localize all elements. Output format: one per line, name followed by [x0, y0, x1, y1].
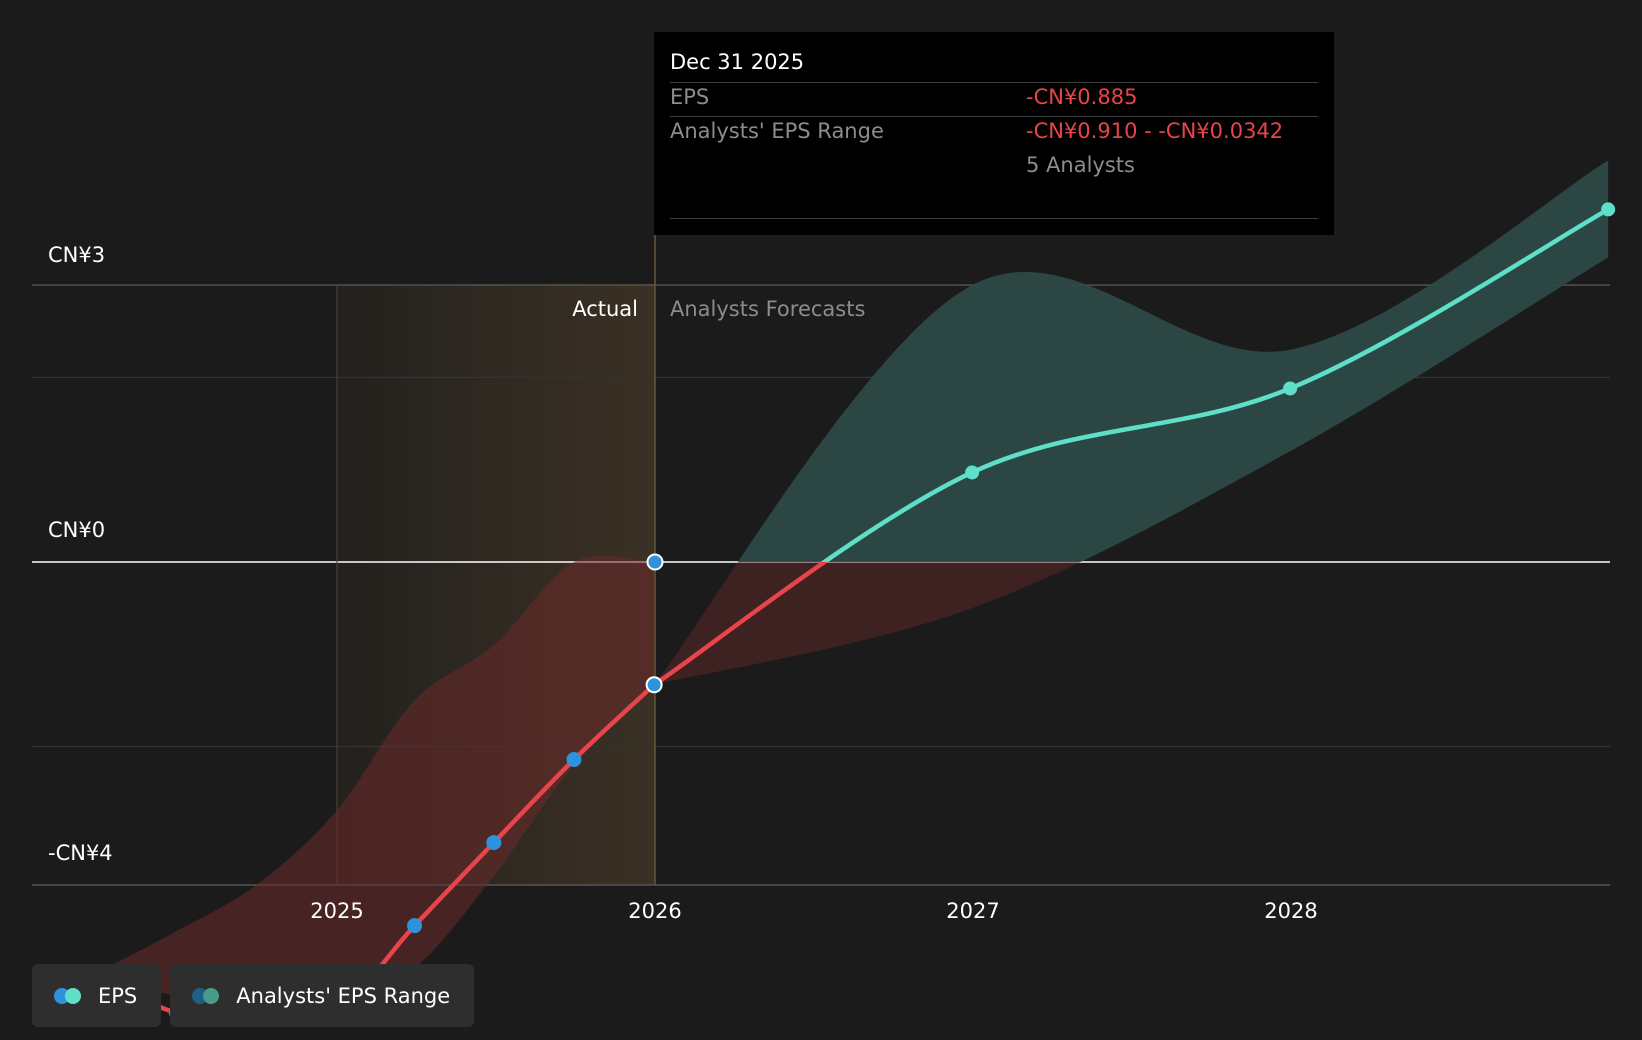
- y-tick-label: CN¥3: [48, 243, 105, 267]
- tooltip-divider: [670, 116, 1318, 117]
- x-tick-label: 2025: [310, 899, 363, 923]
- legend-range-label: Analysts' EPS Range: [236, 983, 451, 1008]
- legend-eps-label: EPS: [98, 983, 138, 1008]
- range-high-point: [646, 553, 664, 571]
- range-legend-icon: [192, 987, 222, 1005]
- x-tick-label: 2026: [628, 899, 681, 923]
- tooltip-divider: [670, 82, 1318, 83]
- eps-forecast-point: [1601, 202, 1616, 217]
- tooltip-eps-value: -CN¥0.885: [1026, 85, 1138, 109]
- eps-legend-icon: [54, 987, 84, 1005]
- eps-actual-point: [486, 835, 502, 851]
- x-tick-label: 2027: [946, 899, 999, 923]
- legend-range[interactable]: Analysts' EPS Range: [170, 964, 475, 1027]
- actual-label: Actual: [572, 297, 638, 321]
- tooltip-eps-label: EPS: [670, 85, 710, 109]
- tooltip-analysts: 5 Analysts: [1026, 153, 1135, 177]
- eps-forecast-point: [965, 465, 980, 480]
- forecast-label: Analysts Forecasts: [670, 297, 865, 321]
- y-tick-label: -CN¥4: [48, 841, 113, 865]
- eps-actual-point: [407, 918, 423, 934]
- tooltip-range-value: -CN¥0.910 - -CN¥0.0342: [1026, 119, 1284, 143]
- legend-eps[interactable]: EPS: [32, 964, 162, 1027]
- tooltip-range-label: Analysts' EPS Range: [670, 119, 884, 143]
- tooltip: Dec 31 2025 EPS -CN¥0.885 Analysts' EPS …: [654, 32, 1334, 235]
- y-tick-label: CN¥0: [48, 518, 105, 542]
- eps-forecast-point: [1283, 381, 1298, 396]
- legend: EPS Analysts' EPS Range: [32, 964, 475, 1027]
- tooltip-date: Dec 31 2025: [670, 50, 805, 74]
- x-tick-label: 2028: [1264, 899, 1317, 923]
- eps-actual-point: [645, 676, 663, 694]
- tooltip-divider: [670, 218, 1318, 219]
- eps-actual-point: [566, 752, 582, 768]
